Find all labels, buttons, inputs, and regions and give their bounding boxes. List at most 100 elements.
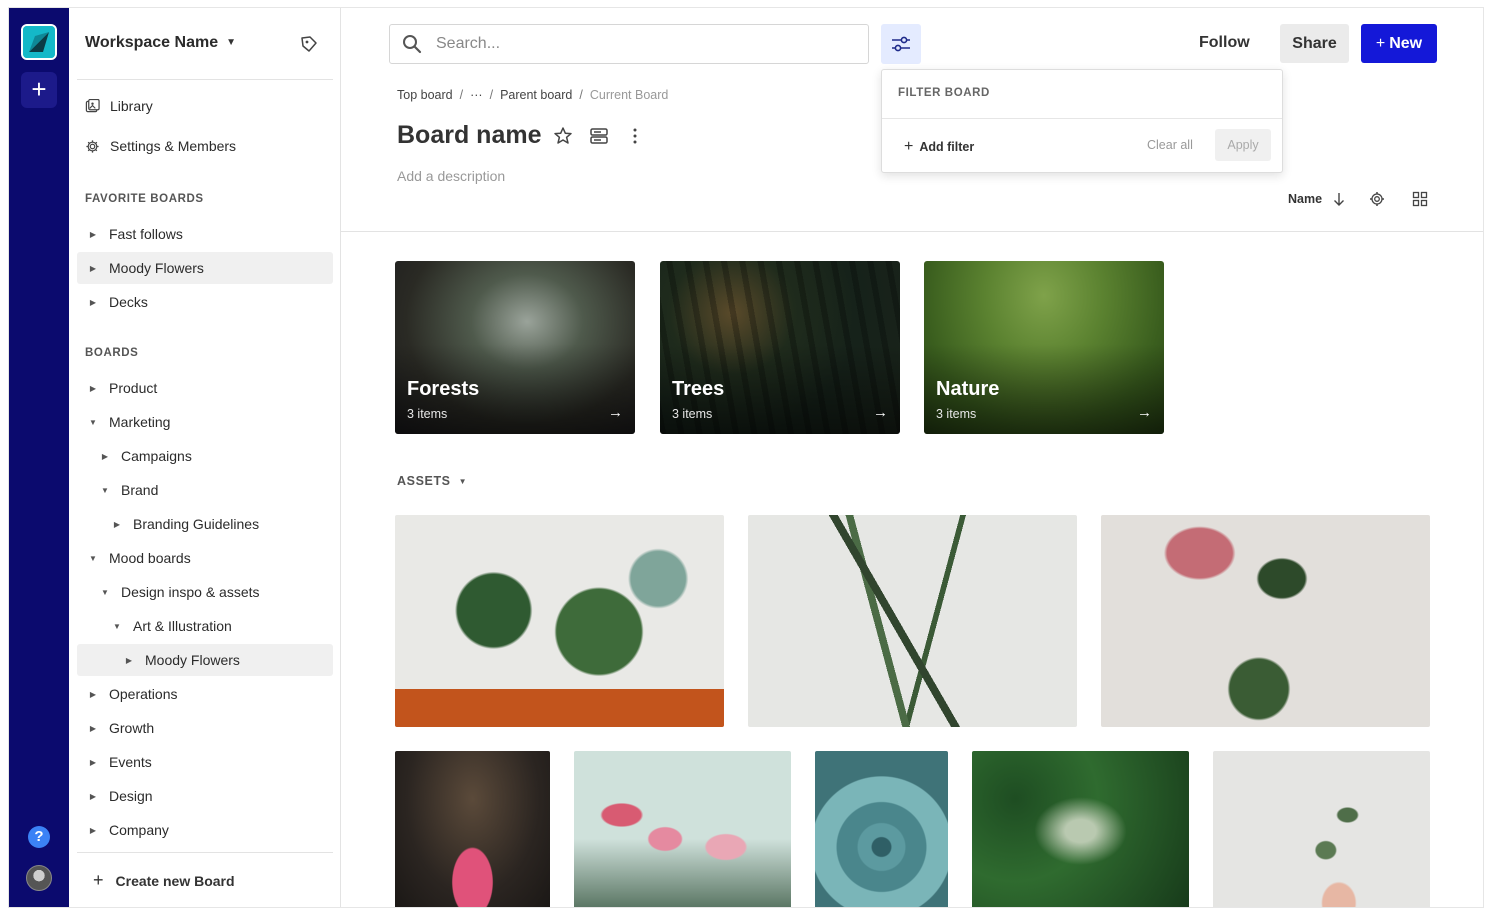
asset-thumbnail[interactable] [748, 515, 1077, 727]
breadcrumb-ellipsis[interactable]: ··· [470, 88, 483, 102]
caret-right-icon[interactable]: ▶ [121, 656, 137, 665]
asset-thumbnail[interactable] [574, 751, 791, 907]
workspace-logo-icon[interactable] [21, 24, 57, 60]
create-board-button[interactable]: + Create new Board [93, 870, 235, 891]
card-title: Trees [672, 378, 725, 400]
divider [882, 118, 1282, 119]
sidebar-tree-item[interactable]: ▶ Moody Flowers [77, 644, 333, 676]
sidebar-tree-item[interactable]: ▼ Marketing [77, 406, 333, 438]
sidebar-tree-item[interactable]: ▶ Branding Guidelines [77, 508, 333, 540]
search-bar[interactable] [389, 24, 869, 64]
card-count: 3 items [407, 407, 448, 421]
asset-thumbnail[interactable] [1213, 751, 1430, 907]
caret-right-icon[interactable]: ▶ [85, 230, 101, 239]
sidebar-tree-label: Moody Flowers [109, 260, 204, 276]
sidebar-tree-item[interactable]: ▶ Moody Flowers [77, 252, 333, 284]
caret-down-icon[interactable]: ▼ [85, 554, 101, 563]
sidebar-tree-item[interactable]: ▶ Fast follows [77, 218, 333, 250]
caret-right-icon[interactable]: ▶ [85, 298, 101, 307]
breadcrumb-separator: / [489, 88, 494, 102]
sidebar-tree-label: Brand [121, 482, 159, 498]
sort-control[interactable]: Name [1288, 192, 1346, 206]
divider [341, 231, 1483, 232]
grid-view-icon[interactable] [1412, 191, 1428, 207]
filter-button[interactable] [881, 24, 921, 64]
asset-thumbnail[interactable] [972, 751, 1189, 907]
caret-right-icon[interactable]: ▶ [97, 452, 113, 461]
clear-all-button[interactable]: Clear all [1147, 138, 1193, 152]
caret-right-icon[interactable]: ▶ [85, 690, 101, 699]
workspace-switcher[interactable]: Workspace Name ▼ [85, 34, 236, 52]
card-count: 3 items [672, 407, 713, 421]
sidebar-item-library[interactable]: Library [85, 98, 153, 114]
new-button[interactable]: + New [1361, 24, 1437, 63]
app-window: + ? Workspace Name ▼ Library Settings & M… [8, 7, 1484, 908]
add-filter-label: Add filter [919, 140, 975, 154]
avatar[interactable] [26, 865, 52, 891]
view-settings-icon[interactable] [1369, 191, 1385, 207]
arrow-right-icon: → [608, 404, 623, 421]
sidebar-tree-item[interactable]: ▶ Product [77, 372, 333, 404]
breadcrumb-item[interactable]: Top board [397, 88, 453, 102]
sidebar-tree-item[interactable]: ▶ Design [77, 780, 333, 812]
sidebar-tree-label: Design inspo & assets [121, 584, 260, 600]
share-button[interactable]: Share [1280, 24, 1349, 63]
caret-down-icon: ▼ [458, 476, 468, 486]
sidebar-tree-item[interactable]: ▶ Events [77, 746, 333, 778]
sidebar-tree-item[interactable]: ▼ Mood boards [77, 542, 333, 574]
sidebar-item-label: Settings & Members [110, 138, 237, 154]
caret-right-icon[interactable]: ▶ [85, 826, 101, 835]
caret-down-icon[interactable]: ▼ [109, 622, 125, 631]
caret-right-icon[interactable]: ▶ [109, 520, 125, 529]
caret-right-icon[interactable]: ▶ [85, 264, 101, 273]
arrow-down-icon [1334, 193, 1345, 206]
more-vertical-icon[interactable] [625, 126, 645, 146]
breadcrumb-separator: / [579, 88, 583, 102]
caret-down-icon[interactable]: ▼ [97, 486, 113, 495]
badge-icon[interactable] [299, 34, 319, 54]
asset-thumbnail[interactable] [395, 515, 724, 727]
assets-section-toggle[interactable]: ASSETS ▼ [397, 474, 467, 488]
caret-right-icon[interactable]: ▶ [85, 384, 101, 393]
sidebar-tree-item[interactable]: ▼ Brand [77, 474, 333, 506]
caret-down-icon[interactable]: ▼ [85, 418, 101, 427]
add-workspace-button[interactable]: + [21, 72, 57, 108]
sidebar-tree-item[interactable]: ▶ Campaigns [77, 440, 333, 472]
caret-down-icon: ▼ [226, 37, 237, 48]
breadcrumb-item[interactable]: Parent board [500, 88, 572, 102]
follow-button[interactable]: Follow [1199, 34, 1250, 52]
sidebar-tree-item[interactable]: ▶ Operations [77, 678, 333, 710]
card-title: Forests [407, 378, 480, 400]
sidebar-tree-label: Events [109, 754, 152, 770]
sidebar-tree-item[interactable]: ▶ Decks [77, 286, 333, 318]
caret-down-icon[interactable]: ▼ [97, 588, 113, 597]
apply-button[interactable]: Apply [1215, 129, 1271, 161]
asset-thumbnail[interactable] [1101, 515, 1430, 727]
caret-right-icon[interactable]: ▶ [85, 758, 101, 767]
caret-right-icon[interactable]: ▶ [85, 724, 101, 733]
plus-icon: + [904, 138, 914, 155]
sidebar-tree-item[interactable]: ▶ Growth [77, 712, 333, 744]
arrow-right-icon: → [873, 404, 888, 421]
asset-thumbnail[interactable] [395, 751, 550, 907]
sidebar-tree-item[interactable]: ▼ Art & Illustration [77, 610, 333, 642]
board-description[interactable]: Add a description [397, 168, 505, 184]
sidebar-tree-label: Art & Illustration [133, 618, 232, 634]
breadcrumb-current: Current Board [589, 88, 669, 102]
sidebar-tree-label: Marketing [109, 414, 171, 430]
sidebar-item-label: Library [110, 98, 153, 114]
star-icon[interactable] [553, 126, 573, 146]
board-card-forests[interactable]: Forests 3 items → [395, 261, 635, 434]
sidebar-item-settings[interactable]: Settings & Members [85, 138, 236, 154]
board-card-nature[interactable]: Nature 3 items → [924, 261, 1164, 434]
add-filter-button[interactable]: + Add filter [904, 138, 974, 156]
board-settings-icon[interactable] [589, 126, 609, 146]
asset-thumbnail[interactable] [815, 751, 948, 907]
search-input[interactable] [436, 35, 836, 53]
sidebar-tree-item[interactable]: ▶ Company [77, 814, 333, 846]
board-card-trees[interactable]: Trees 3 items → [660, 261, 900, 434]
caret-right-icon[interactable]: ▶ [85, 792, 101, 801]
sidebar-tree-item[interactable]: ▼ Design inspo & assets [77, 576, 333, 608]
help-icon[interactable]: ? [28, 826, 50, 848]
card-count: 3 items [936, 407, 977, 421]
